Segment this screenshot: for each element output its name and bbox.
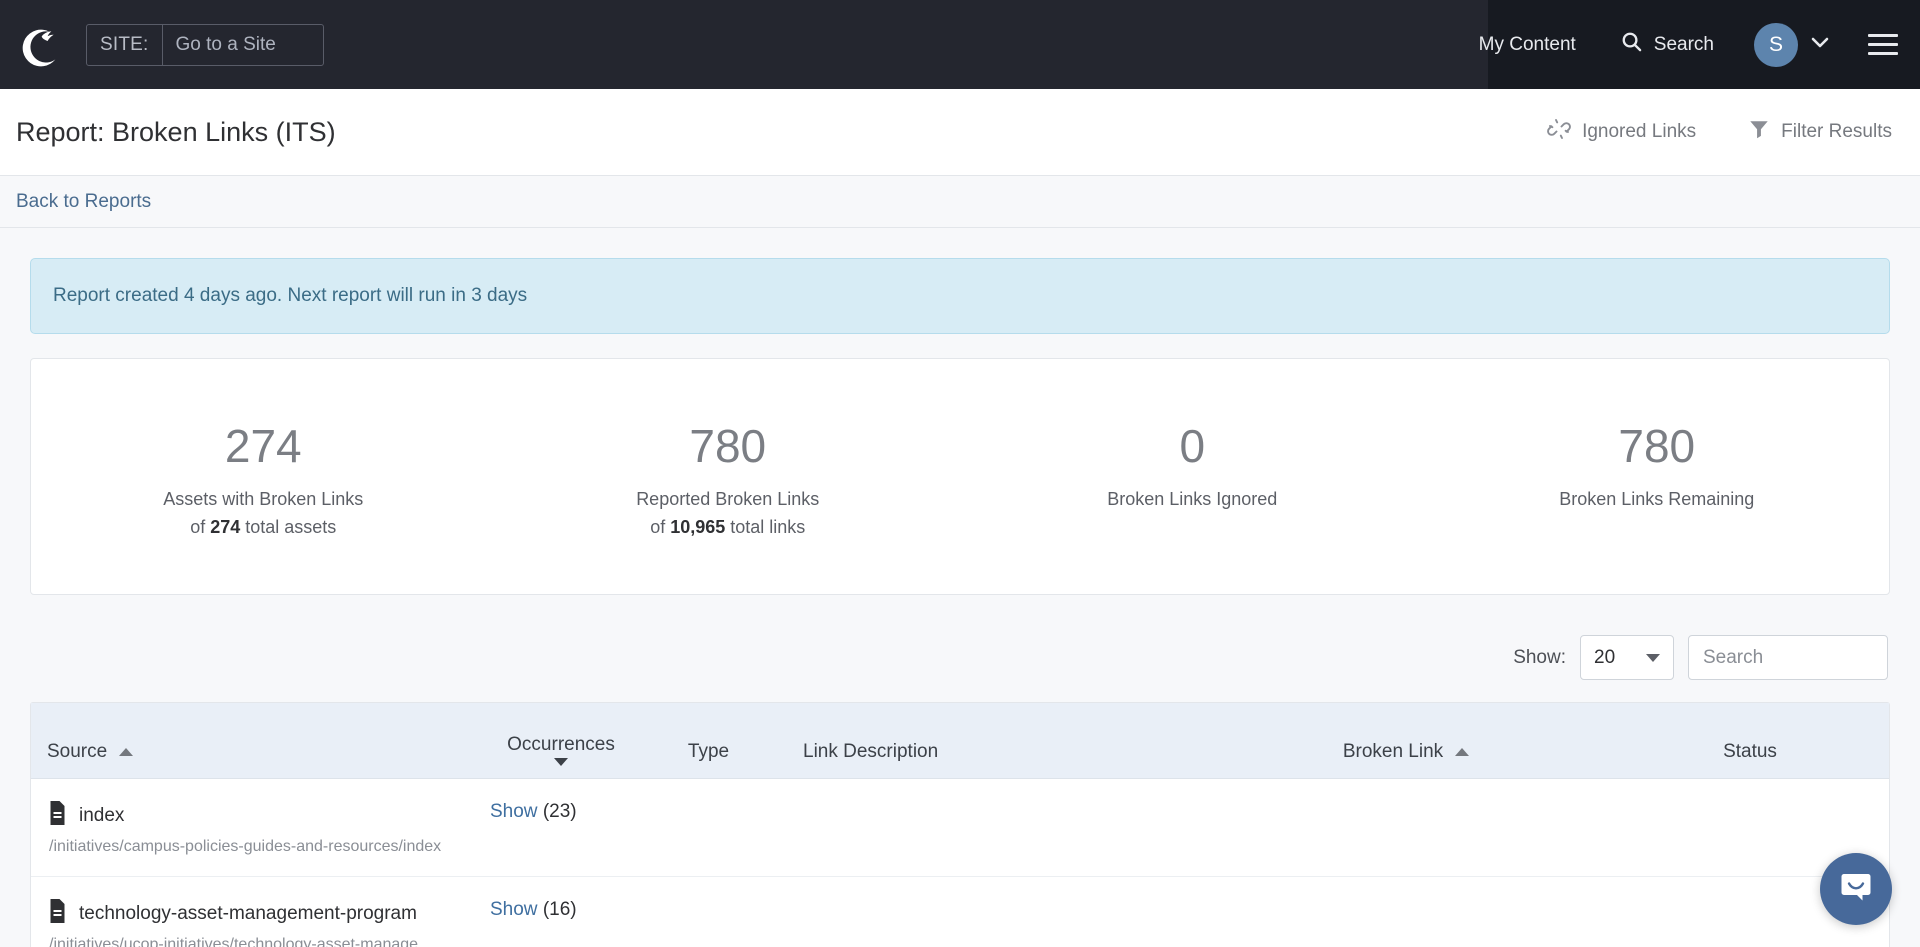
column-header-type[interactable]: Type — [636, 741, 781, 778]
stat-label: Reported Broken Links — [636, 488, 820, 509]
broken-links-table: Source Occurrences Type Link Description… — [30, 702, 1890, 947]
table-header-row: Source Occurrences Type Link Description… — [31, 703, 1889, 780]
column-header-source-label: Source — [47, 741, 108, 763]
topnav-actions: My Content Search S — [1457, 22, 1920, 67]
table-row[interactable]: index /initiatives/campus-policies-guide… — [31, 779, 1889, 878]
row-source-path: /initiatives/campus-policies-guides-and-… — [49, 838, 442, 856]
intercom-chat-launcher[interactable] — [1820, 853, 1892, 925]
site-selector[interactable]: SITE: Go to a Site — [86, 23, 324, 66]
chevron-down-icon — [1646, 653, 1660, 662]
my-content-label: My Content — [1478, 33, 1576, 55]
page-size-value: 20 — [1594, 646, 1616, 668]
column-header-link-description[interactable]: Link Description — [781, 741, 1201, 778]
row-show-occurrences-link[interactable]: Show — [490, 801, 538, 822]
main-content: Report created 4 days ago. Next report w… — [0, 228, 1920, 947]
column-header-broken-link[interactable]: Broken Link — [1201, 741, 1611, 778]
top-navigation-bar: SITE: Go to a Site My Content Search S — [0, 0, 1920, 89]
stat-label: Broken Links Remaining — [1559, 488, 1755, 509]
row-source-name: technology-asset-management-program — [79, 903, 417, 925]
sort-descending-icon — [554, 758, 568, 767]
row-source-name: index — [79, 805, 125, 827]
stat-value: 0 — [1179, 420, 1206, 472]
show-label: Show: — [1513, 646, 1566, 668]
column-header-broken-link-label: Broken Link — [1342, 741, 1444, 763]
column-header-occurrences-label: Occurrences — [507, 734, 615, 756]
stat-broken-links-ignored: 0 Broken Links Ignored — [960, 421, 1425, 542]
stat-sublabel: of 10,965 total links — [496, 513, 961, 542]
row-source-cell: index /initiatives/campus-policies-guide… — [31, 801, 486, 856]
file-icon — [47, 801, 68, 831]
ignored-links-button[interactable]: Ignored Links — [1547, 117, 1696, 147]
stat-sub-strong: 274 — [210, 517, 241, 538]
column-header-status-label: Status — [1723, 741, 1777, 763]
search-label: Search — [1653, 33, 1714, 55]
stat-value: 274 — [224, 420, 302, 472]
breadcrumb: Back to Reports — [0, 176, 1920, 228]
filter-results-label: Filter Results — [1781, 121, 1892, 142]
row-source-path: /initiatives/ucop-initiatives/technology… — [49, 936, 435, 947]
cascade-cms-logo[interactable] — [0, 23, 86, 67]
user-menu[interactable]: S — [1736, 22, 1844, 67]
row-source-title[interactable]: index — [47, 801, 486, 831]
filter-results-button[interactable]: Filter Results — [1748, 118, 1892, 146]
stat-label: Broken Links Ignored — [1107, 488, 1278, 509]
stat-assets-with-broken-links: 274 Assets with Broken Links of 274 tota… — [31, 421, 496, 542]
row-occurrences-cell: Show (23) — [486, 801, 636, 823]
stat-reported-broken-links: 780 Reported Broken Links of 10,965 tota… — [496, 421, 961, 542]
table-toolbar: Show: 20 Search — [30, 635, 1890, 681]
row-source-title[interactable]: technology-asset-management-program — [47, 899, 486, 929]
sort-ascending-icon — [1455, 748, 1470, 757]
column-header-occurrences[interactable]: Occurrences — [486, 734, 636, 778]
row-show-occurrences-link[interactable]: Show — [490, 899, 538, 920]
site-selector-label: SITE: — [87, 24, 163, 65]
stat-sub-post: total assets — [240, 517, 337, 538]
summary-stats-card: 274 Assets with Broken Links of 274 tota… — [30, 358, 1890, 596]
row-occurrences-count: (23) — [542, 801, 577, 823]
broken-link-icon — [1547, 117, 1571, 147]
column-header-source[interactable]: Source — [31, 741, 486, 778]
stat-label: Assets with Broken Links — [163, 488, 364, 509]
my-content-link[interactable]: My Content — [1457, 34, 1598, 56]
stat-broken-links-remaining: 780 Broken Links Remaining — [1425, 421, 1890, 542]
ignored-links-label: Ignored Links — [1582, 121, 1697, 142]
chevron-down-icon — [1810, 35, 1830, 54]
stat-sub-post: total links — [725, 517, 806, 538]
stat-sublabel: of 274 total assets — [31, 513, 496, 542]
column-header-status[interactable]: Status — [1611, 741, 1889, 778]
stat-sub-pre: of — [190, 517, 211, 538]
report-status-banner: Report created 4 days ago. Next report w… — [30, 258, 1890, 334]
table-search-input[interactable]: Search — [1688, 635, 1888, 681]
file-icon — [47, 899, 68, 929]
search-icon — [1620, 30, 1643, 59]
site-selector-input[interactable]: Go to a Site — [163, 25, 323, 65]
page-header: Report: Broken Links (ITS) Ignored Links… — [0, 89, 1920, 176]
stat-value: 780 — [1618, 420, 1696, 472]
search-button[interactable]: Search — [1598, 30, 1736, 59]
back-to-reports-link[interactable]: Back to Reports — [16, 191, 151, 213]
row-occurrences-count: (16) — [542, 899, 577, 921]
page-size-select[interactable]: 20 — [1580, 635, 1674, 681]
page-title: Report: Broken Links (ITS) — [16, 116, 336, 147]
column-header-type-label: Type — [687, 741, 730, 763]
stat-sub-pre: of — [650, 517, 671, 538]
sort-ascending-icon — [119, 748, 134, 757]
table-row[interactable]: technology-asset-management-program /ini… — [31, 877, 1889, 947]
filter-icon — [1748, 118, 1770, 146]
column-header-link-description-label: Link Description — [803, 741, 939, 763]
menu-icon[interactable] — [1868, 34, 1898, 55]
row-occurrences-cell: Show (16) — [486, 899, 636, 921]
stat-sub-strong: 10,965 — [670, 517, 726, 538]
chat-bubble-icon — [1837, 868, 1875, 911]
stat-value: 780 — [689, 420, 767, 472]
row-source-cell: technology-asset-management-program /ini… — [31, 899, 486, 947]
avatar: S — [1754, 22, 1798, 67]
